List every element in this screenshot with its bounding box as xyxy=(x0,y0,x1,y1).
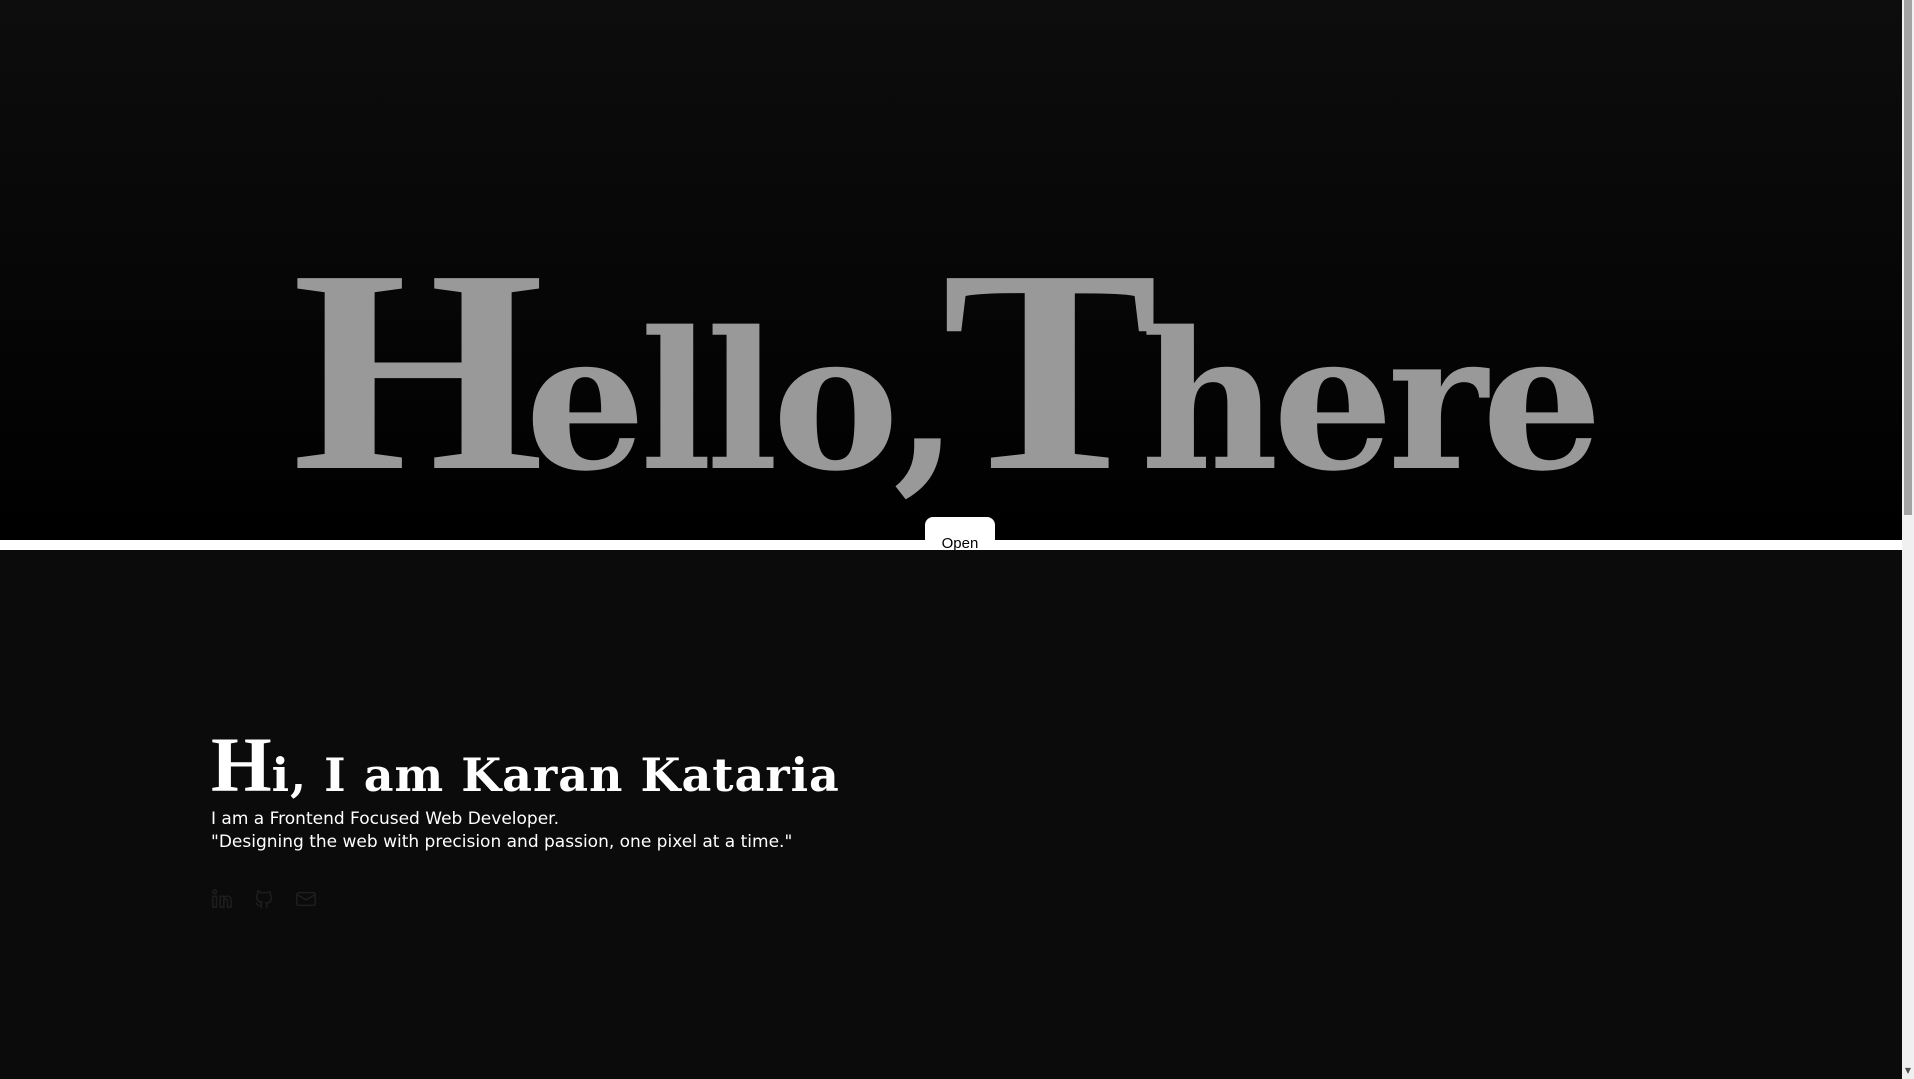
mail-icon xyxy=(296,891,316,907)
hero-heading: Hello,There xyxy=(0,0,1902,540)
intro-title-cap: H xyxy=(211,721,272,808)
github-link[interactable] xyxy=(253,888,275,910)
intro-title: Hi, I am Karan Kataria xyxy=(211,726,840,804)
scrollbar-thumb[interactable] xyxy=(1904,0,1912,515)
hero-text-here: here xyxy=(1140,290,1603,513)
intro-section: Hi, I am Karan Kataria I am a Frontend F… xyxy=(211,726,840,854)
page-viewport: Hello,There Open Hi, I am Karan Kataria … xyxy=(0,0,1902,1079)
scroll-down-arrow-icon[interactable]: ▼ xyxy=(1903,1066,1913,1076)
intro-description: I am a Frontend Focused Web Developer. "… xyxy=(211,808,840,854)
intro-line-quote: "Designing the web with precision and pa… xyxy=(211,832,793,852)
hero-panel: Hello,There xyxy=(0,0,1902,540)
hero-text-ello: ello, xyxy=(525,290,959,513)
linkedin-icon xyxy=(212,889,232,908)
intro-title-rest: i, I am Karan Kataria xyxy=(271,748,840,802)
hero-cap-h: H xyxy=(292,210,545,531)
hero-heading-line: Hello,There xyxy=(0,226,1902,516)
github-icon xyxy=(255,890,273,909)
linkedin-link[interactable] xyxy=(211,888,233,910)
email-link[interactable] xyxy=(295,888,317,910)
social-links xyxy=(211,888,317,910)
hero-cap-t: T xyxy=(941,210,1159,531)
intro-line-role: I am a Frontend Focused Web Developer. xyxy=(211,809,559,829)
